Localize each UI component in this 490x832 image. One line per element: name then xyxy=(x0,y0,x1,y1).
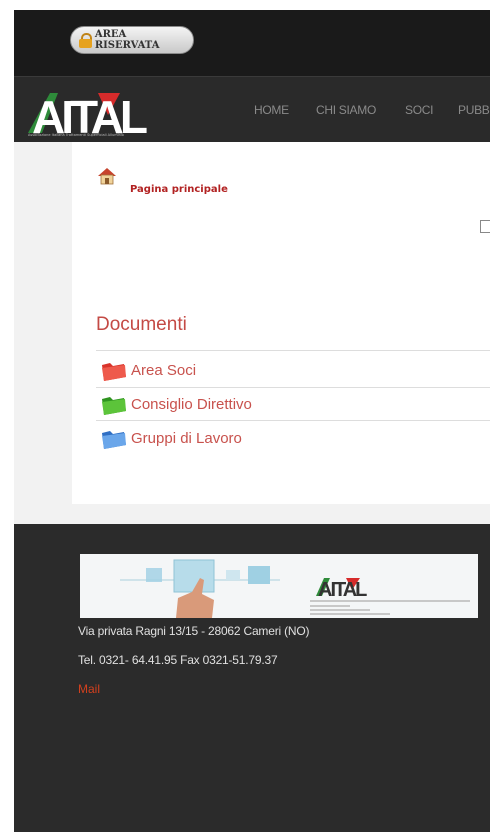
area-riservata-button[interactable]: AREA RISERVATA xyxy=(70,26,194,54)
divider xyxy=(96,387,490,388)
content-card: Pagina principale Documenti Area Soci Co… xyxy=(72,142,490,504)
divider xyxy=(96,420,490,421)
nav-chi-siamo[interactable]: CHI SIAMO xyxy=(316,103,376,117)
document-item-consiglio-direttivo[interactable]: Consiglio Direttivo xyxy=(96,390,490,418)
logo-text: AITAL xyxy=(32,91,147,137)
folder-icon-blue xyxy=(102,431,126,449)
content-area: Pagina principale Documenti Area Soci Co… xyxy=(14,142,490,524)
footer-banner[interactable]: AITAL xyxy=(80,554,478,618)
document-item-gruppi-di-lavoro[interactable]: Gruppi di Lavoro xyxy=(96,424,490,452)
folder-icon-red xyxy=(102,363,126,381)
nav-pubblicazioni[interactable]: PUBB xyxy=(458,103,490,117)
footer-mail-link[interactable]: Mail xyxy=(78,682,100,696)
footer-phone: Tel. 0321- 64.41.95 Fax 0321-51.79.37 xyxy=(78,653,278,667)
lock-icon xyxy=(79,32,92,48)
top-strip xyxy=(14,0,490,10)
area-riservata-label: AREA RISERVATA xyxy=(94,29,160,51)
document-label: Gruppi di Lavoro xyxy=(131,430,242,447)
footer-address: Via privata Ragni 13/15 - 28062 Cameri (… xyxy=(78,624,310,638)
print-checkbox[interactable] xyxy=(480,220,490,233)
banner-logo-text: AITAL xyxy=(318,579,367,601)
documents-title: Documenti xyxy=(96,314,187,335)
logo-tagline: Associazione Italiana Trattamenti Superf… xyxy=(28,133,124,137)
nav-soci[interactable]: SOCI xyxy=(405,103,433,117)
document-item-area-soci[interactable]: Area Soci xyxy=(96,356,490,384)
home-icon[interactable] xyxy=(96,166,118,186)
page: AREA RISERVATA AITAL Associazione Italia… xyxy=(14,0,490,832)
banner-image: AITAL xyxy=(80,554,478,618)
footer: AITAL Via privata Ragni 13/15 - 28062 Ca… xyxy=(14,524,490,832)
home-breadcrumb-link[interactable]: Pagina principale xyxy=(130,184,228,195)
document-label: Area Soci xyxy=(131,362,197,379)
folder-icon-green xyxy=(102,397,126,415)
divider xyxy=(96,350,490,351)
document-label: Consiglio Direttivo xyxy=(131,396,252,413)
top-bar: AREA RISERVATA xyxy=(14,10,490,76)
nav-home[interactable]: HOME xyxy=(254,103,289,117)
nav-bar: AITAL Associazione Italiana Trattamenti … xyxy=(14,76,490,143)
aital-logo[interactable]: AITAL xyxy=(28,89,152,137)
